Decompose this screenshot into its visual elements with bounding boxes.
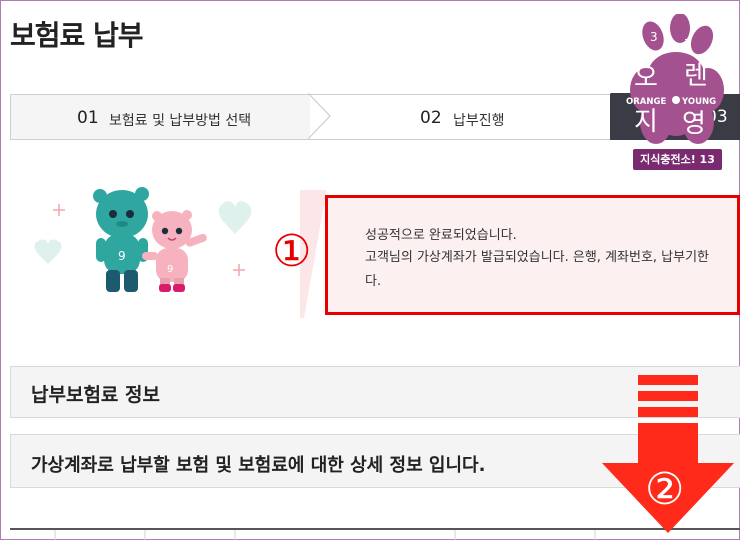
heart-icon (218, 201, 252, 234)
completion-message-box: 성공적으로 완료되었습니다. 고객님의 가상계좌가 발급되었습니다. 은행, 계… (325, 195, 740, 315)
message-line-2: 고객님의 가상계좌가 발급되었습니다. 은행, 계좌번호, 납부기한 (365, 250, 710, 265)
message-line-1: 성공적으로 완료되었습니다. (365, 228, 517, 243)
svg-text:ORANGE: ORANGE (626, 97, 666, 107)
svg-text:YOUNG: YOUNG (681, 97, 716, 107)
svg-text:7: 7 (684, 37, 692, 51)
watermark-badge: 지식충전소! 13 (633, 149, 722, 170)
step-2-number: 02 (420, 108, 442, 128)
step-separator-icon (308, 93, 331, 139)
page-title: 보험료 납부 (10, 19, 144, 52)
step-2-label: 납부진행 (453, 113, 505, 129)
section-description: 가상계좌로 납부할 보험 및 보험료에 대한 상세 정보 입니다. (31, 455, 486, 476)
message-line-3: 다. (365, 274, 382, 289)
svg-text:9: 9 (118, 249, 126, 263)
watermark-badge-text: 지식충전소! 13 (640, 153, 715, 166)
svg-text:영: 영 (682, 109, 706, 139)
annotation-marker-1: ① (272, 226, 312, 277)
section-title: 납부보험료 정보 (31, 384, 160, 406)
svg-text:지: 지 (634, 107, 658, 137)
heart-icon (34, 239, 62, 264)
svg-text:렌: 렌 (684, 61, 708, 91)
svg-text:9: 9 (167, 264, 173, 275)
step-2-current: 02 납부진행 (310, 94, 610, 140)
teal-mascot: 9 (93, 187, 149, 292)
step-1-label: 보험료 및 납부방법 선택 (109, 113, 252, 129)
svg-text:3: 3 (650, 30, 658, 44)
step-1: 01 보험료 및 납부방법 선택 (10, 94, 310, 140)
svg-text:오: 오 (634, 63, 658, 93)
mascot-illustration: 9 9 (34, 187, 252, 292)
annotation-marker-2: ② (645, 464, 685, 515)
step-1-number: 01 (77, 108, 99, 128)
sparkle-icon (53, 204, 245, 276)
pink-mascot: 9 (142, 210, 207, 292)
